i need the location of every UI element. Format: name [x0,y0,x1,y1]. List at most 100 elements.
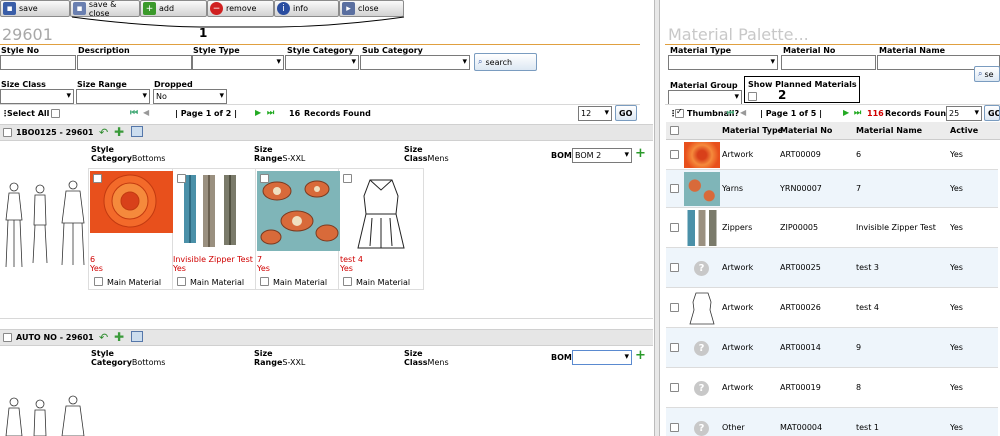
table-select-all-checkbox[interactable] [670,126,679,135]
window-icon[interactable] [131,126,143,137]
add-bom-icon[interactable]: + [635,348,646,363]
save-close-button[interactable]: ▪ save & close [70,0,140,18]
size-class-select[interactable] [0,89,74,104]
material-checkbox[interactable] [93,174,102,183]
table-row[interactable]: Artwork ART00009 6 Yes [666,140,998,170]
close-button[interactable]: ▸ close [339,0,404,17]
cell-material-type: Artwork [722,343,754,352]
material-no-label: Material No [783,46,836,55]
main-material-checkbox[interactable] [260,277,269,286]
row-checkbox[interactable] [670,383,679,392]
cell-active: Yes [950,383,963,392]
bom-select[interactable] [572,350,632,365]
add-bom-icon[interactable]: + [635,146,646,161]
palette-go-button[interactable]: GO [984,105,1000,121]
table-row[interactable]: ? Artwork ART00014 9 Yes [666,328,998,368]
page-size-select[interactable]: 12 [578,106,612,121]
palette-page-size-select[interactable]: 25 [946,106,982,121]
palette-search-button[interactable]: ⌕ se [974,66,1000,82]
style-type-select[interactable] [192,55,284,70]
row-checkbox[interactable] [670,223,679,232]
question-icon: ? [684,370,720,406]
undo-icon[interactable]: ↶ [99,126,108,139]
save-button[interactable]: ▪ save [0,0,70,17]
material-group-select[interactable] [668,90,742,105]
row-checkbox[interactable] [670,343,679,352]
next-page-icon[interactable]: ▶ [255,108,261,117]
material-type-select[interactable] [668,55,778,70]
info-icon: i [277,2,290,15]
row-checkbox[interactable] [670,150,679,159]
style-category-select[interactable] [285,55,359,70]
main-material-label: Main Material [190,278,245,287]
style-no-label: Style No [1,46,39,55]
first-page-icon[interactable]: ⏮ [727,108,734,118]
table-row[interactable]: ? Artwork ART00019 8 Yes [666,368,998,408]
style-no-input[interactable] [0,55,76,70]
cell-material-type: Other [722,423,745,432]
show-planned-checkbox[interactable] [748,92,757,101]
main-material-checkbox[interactable] [177,277,186,286]
window-icon[interactable] [131,331,143,342]
prev-page-icon[interactable]: ◀ [143,108,149,117]
disk-icon: ▪ [3,2,16,15]
remove-button[interactable]: − remove [207,0,274,17]
size-range-select[interactable] [76,89,150,104]
style-sketch-image [5,180,85,268]
bom-select[interactable]: BOM 2 [572,148,632,163]
size-range-field-label: Size RangeS-XXL [254,145,306,163]
material-checkbox[interactable] [343,174,352,183]
material-checkbox[interactable] [177,174,186,183]
sub-category-select[interactable] [360,55,470,70]
palette-page-indicator: | Page 1 of 5 | [760,109,823,118]
cell-material-type: Artwork [722,303,754,312]
table-row[interactable]: Artwork ART00026 test 4 Yes [666,288,998,328]
callout-bracket [71,16,405,28]
row-checkbox[interactable] [670,303,679,312]
select-all-label: Select All [7,109,50,118]
description-input[interactable] [77,55,192,70]
cell-material-name: 6 [856,150,862,159]
puzzle-icon[interactable]: ✚ [114,125,124,139]
cell-material-no: ART00009 [780,150,821,159]
search-button[interactable]: ⌕ search [474,53,537,71]
info-button[interactable]: i info [274,0,339,17]
add-button[interactable]: + add [140,0,207,17]
row-checkbox[interactable] [670,184,679,193]
exit-icon: ▸ [342,2,355,15]
style-checkbox[interactable] [3,128,12,137]
row-checkbox[interactable] [670,263,679,272]
material-checkbox[interactable] [260,174,269,183]
palette-records-label: Records Found [885,109,952,118]
dropped-label: Dropped [154,80,193,89]
col-material-type: Material Type [722,126,784,135]
style-category-field-label: Style CategoryBottoms [91,349,166,367]
last-page-icon[interactable]: ⏭ [854,108,861,118]
style-category-field-label: Style CategoryBottoms [91,145,166,163]
last-page-icon[interactable]: ⏭ [267,108,274,118]
go-button[interactable]: GO [615,105,637,121]
cell-material-name: 7 [856,184,862,193]
size-range-label: Size Range [77,80,127,89]
table-row[interactable]: Zippers ZIP00005 Invisible Zipper Test Yes [666,208,998,248]
puzzle-icon[interactable]: ✚ [114,330,124,344]
select-all-checkbox[interactable] [51,109,60,118]
cell-material-name: Invisible Zipper Test [856,223,936,232]
material-no-input[interactable] [781,55,876,70]
undo-icon[interactable]: ↶ [99,331,108,344]
first-page-icon[interactable]: ⏮ [130,108,138,118]
table-row[interactable]: Yarns YRN00007 7 Yes [666,170,998,208]
cell-material-no: ART00014 [780,343,821,352]
style-checkbox[interactable] [3,333,12,342]
row-checkbox[interactable] [670,423,679,432]
next-page-icon[interactable]: ▶ [843,108,849,117]
thumbnail-checkbox[interactable]: ✓ [675,107,684,118]
table-row[interactable]: ? Other MAT00004 test 1 Yes [666,408,998,436]
table-row[interactable]: ? Artwork ART00025 test 3 Yes [666,248,998,288]
prev-page-icon[interactable]: ◀ [740,108,746,117]
main-material-checkbox[interactable] [94,277,103,286]
dropped-select[interactable]: No [153,89,227,104]
panel-splitter[interactable] [654,0,660,436]
plus-icon: + [143,2,156,15]
main-material-checkbox[interactable] [343,277,352,286]
